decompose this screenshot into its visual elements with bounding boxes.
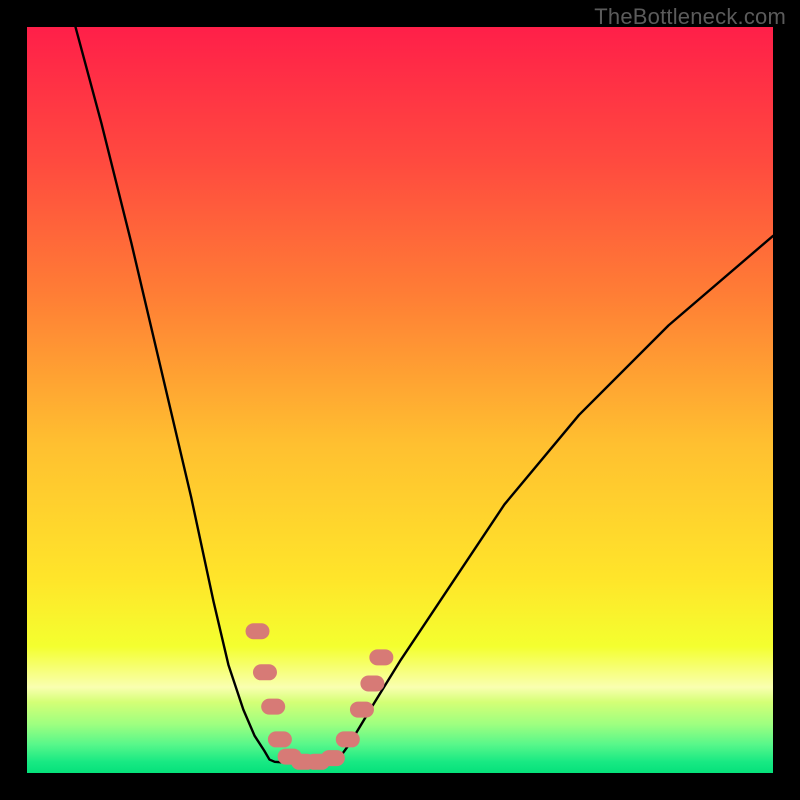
curve-layer <box>27 27 773 773</box>
bottleneck-curve <box>75 27 773 763</box>
curve-marker <box>246 623 270 639</box>
curve-marker <box>350 702 374 718</box>
curve-marker <box>336 731 360 747</box>
curve-marker <box>360 675 384 691</box>
curve-marker <box>321 750 345 766</box>
curve-marker <box>268 731 292 747</box>
curve-marker <box>253 664 277 680</box>
plot-area <box>27 27 773 773</box>
watermark-text: TheBottleneck.com <box>594 4 786 30</box>
curve-marker <box>261 699 285 715</box>
curve-marker <box>369 649 393 665</box>
chart-frame: TheBottleneck.com <box>0 0 800 800</box>
marker-group <box>246 623 394 770</box>
